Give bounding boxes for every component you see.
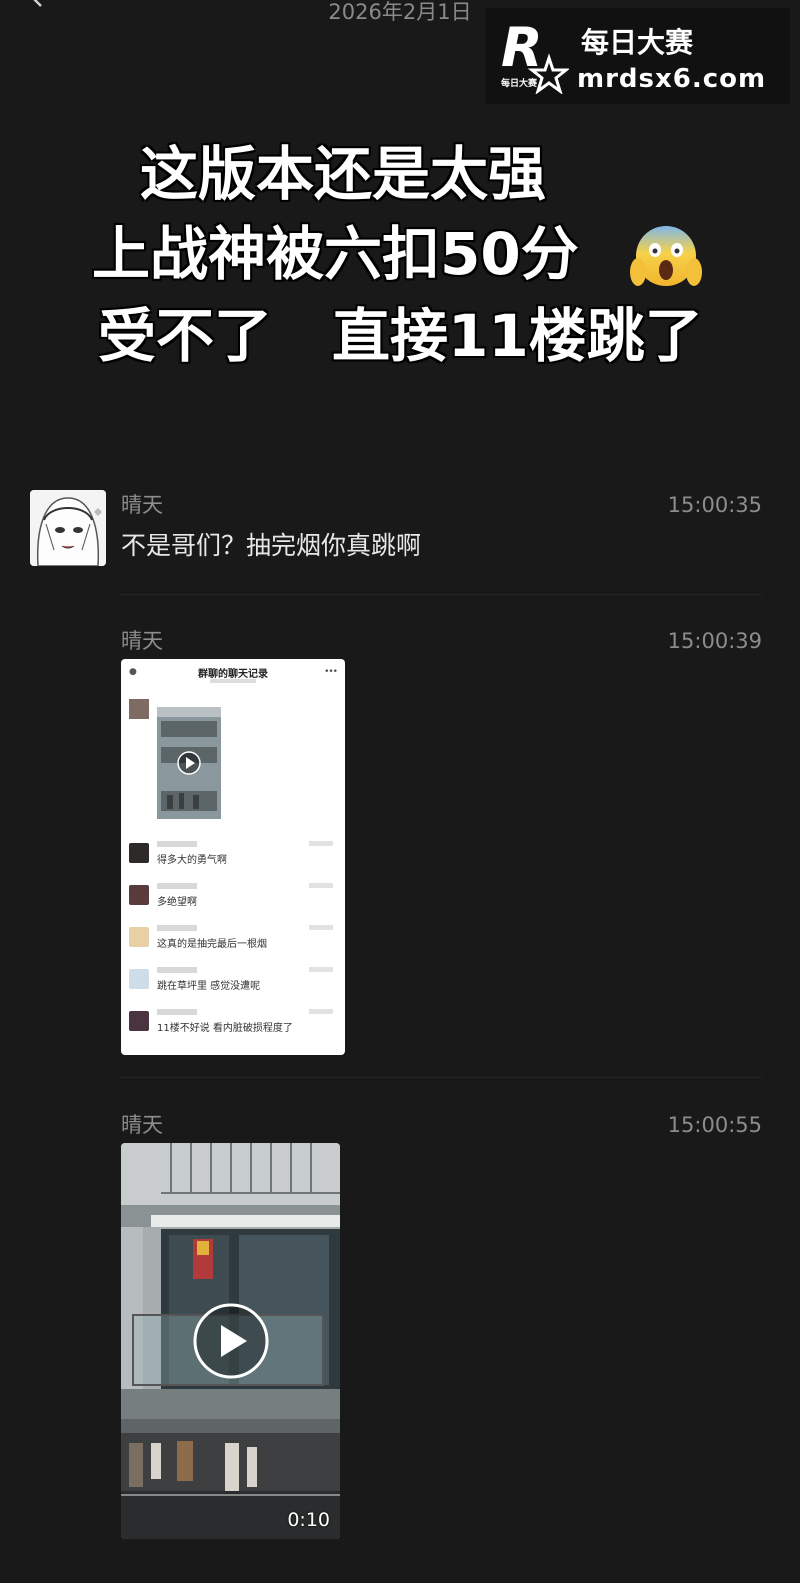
chat-record-row: 得多大的勇气啊 bbox=[129, 841, 339, 871]
row-text: 得多大的勇气啊 bbox=[157, 855, 227, 866]
watermark-banner: R 每日大赛 每日大赛 mrdsx6.com bbox=[485, 8, 790, 104]
chat-record-row: 跳在草坪里 感觉没遭呢 bbox=[129, 967, 339, 997]
message-text[interactable]: 不是哥们？抽完烟你真跳啊 bbox=[121, 530, 421, 562]
row-avatar bbox=[129, 1011, 149, 1031]
card-avatar bbox=[129, 699, 149, 719]
watermark-site: mrdsx6.com bbox=[577, 64, 767, 94]
message-time: 15:00:39 bbox=[667, 629, 762, 653]
row-text: 这真的是抽完最后一根烟 bbox=[157, 939, 267, 950]
row-text: 多绝望啊 bbox=[157, 897, 197, 908]
row-avatar bbox=[129, 843, 149, 863]
row-avatar bbox=[129, 927, 149, 947]
caption-line-3a: 受不了 bbox=[98, 302, 273, 370]
caption-line-2: 上战神被六扣50分 bbox=[92, 220, 579, 288]
chat-record-card[interactable]: ● 群聊的聊天记录 ••• 得多大的勇气啊 多绝望啊 这真的是抽完最后一根烟 跳… bbox=[121, 659, 345, 1055]
card-more-icon: ••• bbox=[324, 667, 338, 677]
watermark-brand: 每日大赛 bbox=[581, 26, 694, 59]
caption-line-1: 这版本还是太强 bbox=[140, 140, 547, 208]
sender-name: 晴天 bbox=[121, 629, 163, 653]
message-divider bbox=[121, 1077, 762, 1078]
row-text: 11楼不好说 看内脏破损程度了 bbox=[157, 1023, 293, 1034]
caption-line-3b: 直接11楼跳了 bbox=[332, 302, 703, 370]
avatar[interactable] bbox=[30, 490, 106, 566]
message-time: 15:00:55 bbox=[667, 1113, 762, 1137]
building-video-frame bbox=[121, 1143, 340, 1539]
anime-avatar-icon bbox=[30, 490, 106, 566]
chat-record-row: 这真的是抽完最后一根烟 bbox=[129, 925, 339, 955]
caption-line-3: 受不了 直接11楼跳了 bbox=[98, 300, 703, 372]
chat-record-row: 11楼不好说 看内脏破损程度了 bbox=[129, 1009, 339, 1039]
svg-text:每日大赛: 每日大赛 bbox=[501, 77, 538, 89]
card-video-thumbnail bbox=[157, 707, 221, 819]
chat-record-subtitle bbox=[121, 678, 345, 685]
video-duration: 0:10 bbox=[287, 1509, 330, 1531]
video-thumbnail[interactable]: 0:10 bbox=[121, 1143, 340, 1539]
row-avatar bbox=[129, 885, 149, 905]
row-text: 跳在草坪里 感觉没遭呢 bbox=[157, 981, 261, 992]
screaming-face-emoji-icon bbox=[630, 226, 702, 286]
brand-logo-icon: R 每日大赛 bbox=[501, 20, 569, 94]
sender-name: 晴天 bbox=[121, 493, 163, 517]
message-time: 15:00:35 bbox=[667, 493, 762, 517]
sender-name: 晴天 bbox=[121, 1113, 163, 1137]
row-avatar bbox=[129, 969, 149, 989]
message-divider bbox=[121, 594, 762, 595]
chat-record-row: 多绝望啊 bbox=[129, 883, 339, 913]
